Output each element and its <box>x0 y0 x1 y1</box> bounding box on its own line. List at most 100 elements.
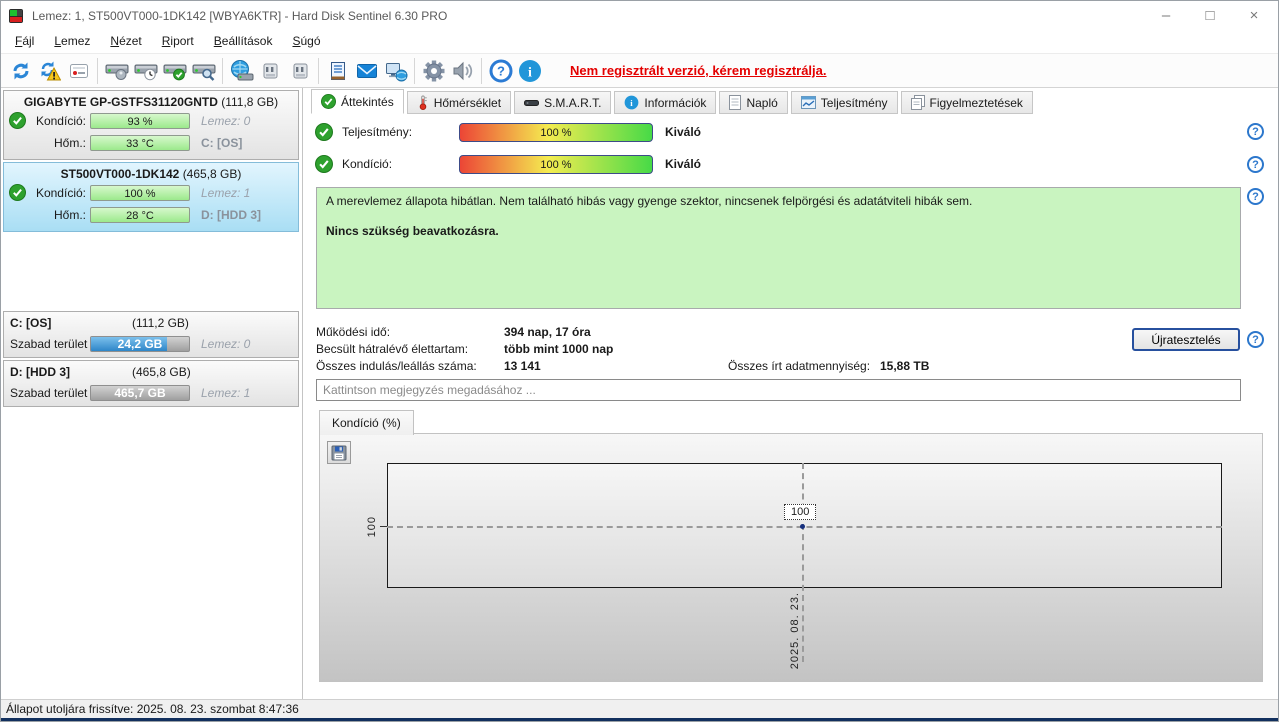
stat-row-start-stop: Összes indulás/leállás száma: 13 141 Öss… <box>316 357 929 374</box>
menu-disk[interactable]: Lemez <box>44 31 100 53</box>
refresh-icon[interactable] <box>6 57 35 85</box>
tab-information[interactable]: i Információk <box>614 91 717 114</box>
toolbar-separator <box>414 57 415 84</box>
chart-data-point <box>800 524 805 529</box>
partition-c-free-row: Szabad terület 24,2 GB Lemez: 0 <box>4 333 298 354</box>
stat-label: Összes indulás/leállás száma: <box>316 358 477 373</box>
disk-panel-1-selected[interactable]: ST500VT000-1DK142 (465,8 GB) Kondíció: 1… <box>3 162 299 232</box>
disk-0-header: GIGABYTE GP-GSTFS31120GNTD (111,8 GB) <box>4 91 298 109</box>
free-space-value: 465,7 GB <box>114 385 166 400</box>
condition-bar: 93 % <box>90 112 190 129</box>
disk-number-label: Lemez: 0 <box>201 336 251 351</box>
partition-d-drive: D: [HDD 3] <box>10 365 70 379</box>
minimize-button[interactable]: – <box>1144 1 1188 29</box>
report-icon[interactable] <box>64 57 93 85</box>
disk-1-size: (465,8 GB) <box>182 167 242 181</box>
title-bar: Lemez: 1, ST500VT000-1DK142 [WBYA6KTR] -… <box>1 1 1278 31</box>
floppy-save-icon <box>331 445 347 460</box>
main-content: Áttekintés Hőmérséklet S.M.A.R.T. i Info… <box>303 88 1278 699</box>
drive-letter-label: C: [OS] <box>201 135 243 150</box>
network-disk-icon[interactable] <box>227 57 256 85</box>
disk-schedule-icon[interactable] <box>131 57 160 85</box>
disk-number-label: Lemez: 1 <box>201 385 251 400</box>
free-space-value: 24,2 GB <box>117 336 163 351</box>
mail-icon[interactable] <box>352 57 381 85</box>
chart-tab-condition[interactable]: Kondíció (%) <box>319 410 414 435</box>
status-bar-text: Állapot utoljára frissítve: 2025. 08. 23… <box>6 702 299 716</box>
tab-alerts[interactable]: Figyelmeztetések <box>900 91 1033 114</box>
help-icon[interactable]: ? <box>1247 123 1264 140</box>
help-icon[interactable]: ? <box>1247 331 1264 348</box>
performance-label: Teljesítmény: <box>342 125 413 139</box>
disk-sidebar: GIGABYTE GP-GSTFS31120GNTD (111,8 GB) Ko… <box>1 88 303 699</box>
health-status-action: Nincs szükség beavatkozásra. <box>326 224 499 238</box>
disk-offline-icon[interactable] <box>256 57 285 85</box>
stat-row-power-on: Működési idő: 394 nap, 17 óra <box>316 323 929 340</box>
menu-file[interactable]: Fájl <box>5 31 44 53</box>
info-icon[interactable]: i <box>515 57 544 85</box>
settings-gear-icon[interactable] <box>419 57 448 85</box>
window-title: Lemez: 1, ST500VT000-1DK142 [WBYA6KTR] -… <box>32 9 448 23</box>
stat-label: Becsült hátralévő élettartam: <box>316 341 469 356</box>
disk-detect-icon[interactable] <box>102 57 131 85</box>
close-button[interactable]: × <box>1232 1 1276 29</box>
disk-0-size: (111,8 GB) <box>221 95 279 109</box>
tab-overview[interactable]: Áttekintés <box>311 89 404 114</box>
maximize-button[interactable]: □ <box>1188 1 1232 29</box>
partition-panel-c[interactable]: C: [OS] (111,2 GB) Szabad terület 24,2 GB… <box>3 311 299 358</box>
register-notice-link[interactable]: Nem regisztrált verzió, kérem regisztrál… <box>570 63 827 78</box>
document-icon <box>729 95 742 110</box>
toolbar: ? i Nem regisztrált verzió, kérem regisz… <box>1 53 1278 88</box>
disk-1-condition-row: Kondíció: 100 % Lemez: 1 <box>4 182 298 203</box>
sounds-icon[interactable] <box>448 57 477 85</box>
svg-text:?: ? <box>497 63 505 78</box>
partition-c-size: (111,2 GB) <box>132 316 189 330</box>
menu-view[interactable]: Nézet <box>100 31 151 53</box>
remote-monitor-icon[interactable] <box>381 57 410 85</box>
tab-label: Teljesítmény <box>820 95 888 110</box>
tab-log[interactable]: Napló <box>719 91 788 114</box>
drive-letter-label: D: [HDD 3] <box>201 207 261 222</box>
help-icon[interactable]: ? <box>486 57 515 85</box>
window-controls: – □ × <box>1144 1 1276 29</box>
health-status-text: A merevlemez állapota hibátlan. Nem talá… <box>326 194 973 208</box>
refresh-problems-icon[interactable] <box>35 57 64 85</box>
retest-button[interactable]: Újratesztelés <box>1132 328 1240 351</box>
toolbar-separator <box>97 57 98 84</box>
menu-settings[interactable]: Beállítások <box>204 31 283 53</box>
partition-c-drive: C: [OS] <box>10 316 52 330</box>
help-icon[interactable]: ? <box>1247 156 1264 173</box>
partition-panel-d[interactable]: D: [HDD 3] (465,8 GB) Szabad terület 465,… <box>3 360 299 407</box>
help-icon[interactable]: ? <box>1247 188 1264 205</box>
disk-test-icon[interactable] <box>189 57 218 85</box>
tab-label: S.M.A.R.T. <box>544 95 602 110</box>
disk-online-icon[interactable] <box>285 57 314 85</box>
condition-label: Kondíció: <box>35 185 86 200</box>
toolbar-separator <box>318 57 319 84</box>
y-axis-tick <box>380 526 387 527</box>
info-icon: i <box>625 95 639 110</box>
tab-smart[interactable]: S.M.A.R.T. <box>514 91 612 114</box>
comment-notes-icon[interactable] <box>323 57 352 85</box>
menu-report[interactable]: Riport <box>152 31 204 53</box>
disk-panel-0[interactable]: GIGABYTE GP-GSTFS31120GNTD (111,8 GB) Ko… <box>3 90 299 160</box>
condition-bar: 100 % <box>90 184 190 201</box>
disk-0-temp-row: Hőm.: 33 °C C: [OS] <box>4 132 298 153</box>
save-chart-button[interactable] <box>327 441 351 464</box>
tab-performance[interactable]: Teljesítmény <box>790 91 898 114</box>
status-ok-icon <box>4 112 31 129</box>
condition-chart: 100 100 2025. 08. 23. <box>319 433 1263 682</box>
tab-temperature[interactable]: Hőmérséklet <box>406 91 512 114</box>
comment-input[interactable] <box>316 379 1241 401</box>
stat-label: Összes írt adatmennyiség: <box>728 358 871 373</box>
menu-help[interactable]: Súgó <box>282 31 330 53</box>
partition-d-header: D: [HDD 3] (465,8 GB) <box>4 361 298 381</box>
condition-label: Kondíció: <box>342 157 393 171</box>
disk-icon <box>524 99 540 106</box>
stat-value: több mint 1000 nap <box>504 341 614 356</box>
temp-bar: 33 °C <box>90 134 190 151</box>
y-axis-tick-label: 100 <box>366 516 378 538</box>
disk-accept-icon[interactable] <box>160 57 189 85</box>
menu-bar: Fájl Lemez Nézet Riport Beállítások Súgó <box>1 31 1278 53</box>
stat-value: 394 nap, 17 óra <box>504 324 591 339</box>
